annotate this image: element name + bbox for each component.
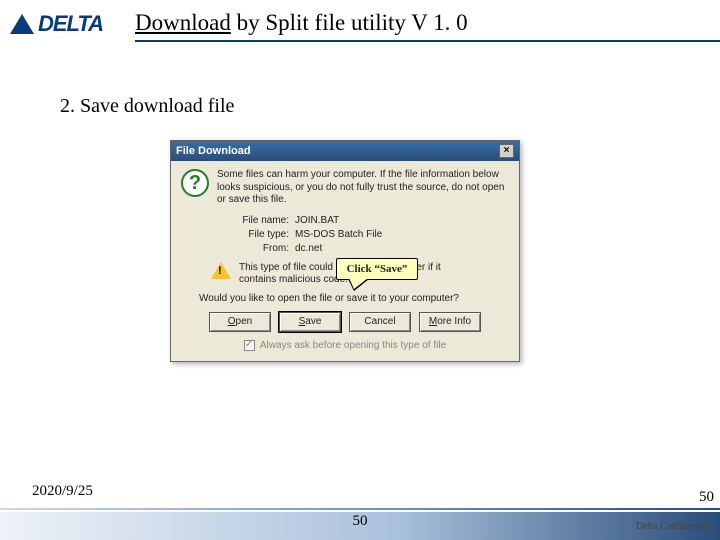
footer-page-right: 50	[699, 489, 714, 506]
title-rest: by Split file utility V 1. 0	[231, 10, 468, 35]
field-filename-value: JOIN.BAT	[295, 215, 339, 226]
file-fields: File name: JOIN.BAT File type: MS-DOS Ba…	[233, 215, 509, 254]
dialog-body: ? Some files can harm your computer. If …	[171, 161, 519, 361]
delta-logo-text: DELTA	[38, 11, 103, 37]
always-ask-row: Always ask before opening this type of f…	[181, 340, 509, 351]
field-filetype-label: File type:	[233, 229, 295, 240]
field-filetype-value: MS-DOS Batch File	[295, 229, 382, 240]
field-from-value: dc.net	[295, 243, 322, 254]
field-filename-label: File name:	[233, 215, 295, 226]
field-from: From: dc.net	[233, 243, 509, 254]
warning-icon	[211, 262, 231, 279]
file-download-dialog: File Download × ? Some files can harm yo…	[170, 140, 520, 362]
question-icon: ?	[181, 169, 209, 197]
open-btn-rest: pen	[236, 316, 253, 327]
warning-row: This type of file could harm your comput…	[181, 262, 509, 287]
field-from-label: From:	[233, 243, 295, 254]
title-underlined-word: Download	[135, 10, 231, 35]
cancel-button[interactable]: Cancel	[349, 312, 411, 332]
slide-header: DELTA Download by Split file utility V 1…	[0, 0, 720, 48]
delta-triangle-icon	[10, 14, 34, 34]
more-info-button[interactable]: More Info	[419, 312, 481, 332]
dialog-info-row: ? Some files can harm your computer. If …	[181, 169, 509, 207]
dialog-title: File Download	[176, 145, 251, 157]
footer-divider	[0, 508, 720, 510]
field-filetype: File type: MS-DOS Batch File	[233, 229, 509, 240]
dialog-info-text: Some files can harm your computer. If th…	[217, 169, 509, 207]
click-save-callout: Click “Save”	[336, 258, 418, 280]
step-heading: 2. Save download file	[60, 95, 234, 118]
footer-confidential: Delta Confidential	[636, 521, 710, 532]
field-filename: File name: JOIN.BAT	[233, 215, 509, 226]
always-ask-label: Always ask before opening this type of f…	[260, 340, 446, 351]
save-btn-rest: ave	[305, 316, 321, 327]
footer-date: 2020/9/25	[32, 483, 93, 500]
delta-logo: DELTA	[10, 11, 103, 37]
dialog-titlebar: File Download ×	[171, 141, 519, 161]
footer-page-center: 50	[353, 513, 368, 530]
dialog-button-row: Open Save Cancel More Info	[181, 312, 509, 332]
open-button[interactable]: Open	[209, 312, 271, 332]
slide-title: Download by Split file utility V 1. 0	[135, 10, 468, 36]
more-btn-rest: ore Info	[437, 316, 471, 327]
close-icon[interactable]: ×	[499, 144, 514, 158]
open-save-prompt: Would you like to open the file or save …	[199, 293, 509, 304]
always-ask-checkbox[interactable]	[244, 340, 255, 351]
header-rule	[135, 40, 720, 42]
save-button[interactable]: Save	[279, 312, 341, 332]
